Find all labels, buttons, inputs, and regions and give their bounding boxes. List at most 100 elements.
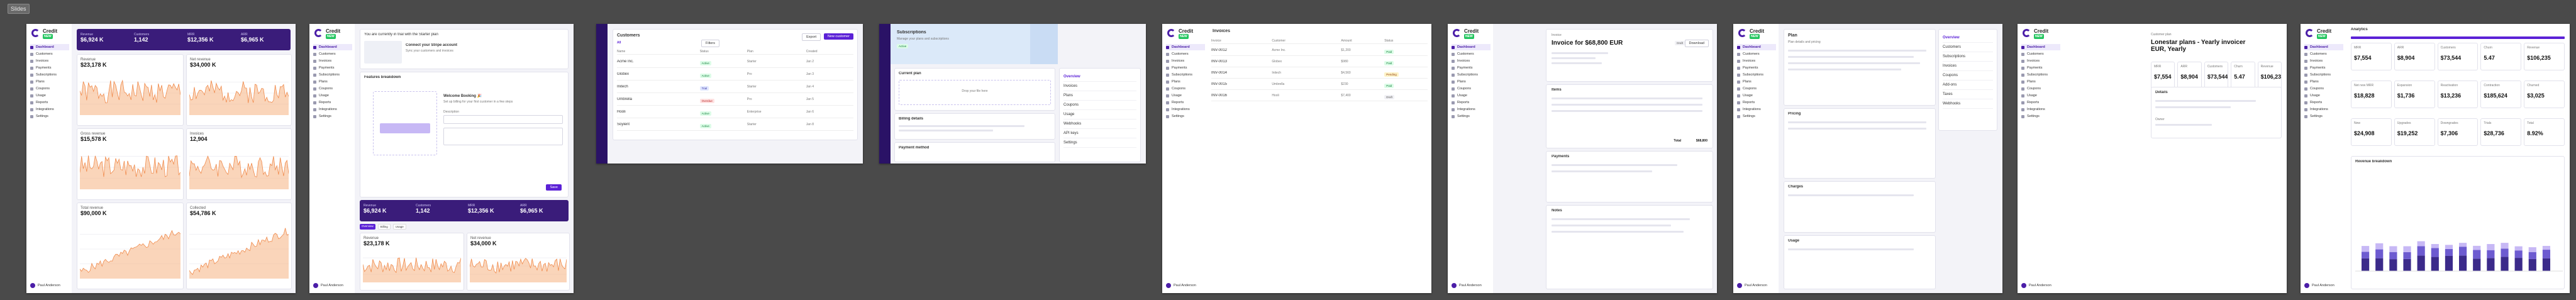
sidebar-item[interactable]: Settings xyxy=(2021,113,2060,119)
sidebar-item[interactable]: Subscriptions xyxy=(1166,72,1205,78)
sidebar-item[interactable]: Reports xyxy=(2304,99,2343,106)
sidebar-item[interactable]: Invoices xyxy=(2021,58,2060,64)
notes-textarea[interactable] xyxy=(443,128,563,145)
sidebar-item[interactable]: Invoices xyxy=(2304,58,2343,64)
sidebar-item[interactable]: Dashboard xyxy=(30,44,69,50)
sidebar-item[interactable]: Dashboard xyxy=(313,44,352,50)
sidebar-item[interactable]: Customers xyxy=(30,51,69,57)
sidebar-item[interactable]: Dashboard xyxy=(1452,44,1491,50)
side-menu-item[interactable]: Coupons xyxy=(1063,101,1136,110)
sidebar-item[interactable]: Dashboard xyxy=(2304,44,2343,50)
sidebar-item[interactable]: Plans xyxy=(2304,79,2343,85)
filter-button[interactable]: Filters xyxy=(701,40,719,47)
sidebar-item[interactable]: Usage xyxy=(1452,92,1491,99)
sidebar-item[interactable]: Invoices xyxy=(1737,58,1776,64)
user-menu[interactable]: Paul Anderson xyxy=(1166,283,1196,288)
sidebar-item[interactable]: Payments xyxy=(2304,65,2343,71)
upload-dropzone[interactable] xyxy=(373,91,437,155)
sidebar-item[interactable]: Customers xyxy=(2021,51,2060,57)
sidebar-item[interactable]: Customers xyxy=(313,51,352,57)
sidebar-item[interactable]: Invoices xyxy=(1452,58,1491,64)
table-row[interactable]: INV-0016 Hooli $7,400 Draft xyxy=(1211,91,1428,101)
table-row[interactable]: INV-0013 Globex $980 Paid xyxy=(1211,57,1428,67)
sidebar-item[interactable]: Integrations xyxy=(1452,106,1491,113)
side-menu-item[interactable]: Webhooks xyxy=(1063,119,1136,129)
side-menu-item[interactable]: Webhooks xyxy=(1943,99,1993,109)
sidebar-item[interactable]: Usage xyxy=(313,92,352,99)
sidebar-item[interactable]: Subscriptions xyxy=(1452,72,1491,78)
sidebar-item[interactable]: Coupons xyxy=(1166,86,1205,92)
side-menu-item[interactable]: Overview xyxy=(1063,72,1136,82)
sidebar-item[interactable]: Payments xyxy=(1166,65,1205,71)
tab-billing[interactable]: Billing xyxy=(377,224,391,230)
sidebar-item[interactable]: Settings xyxy=(1166,113,1205,119)
sidebar-item[interactable]: Coupons xyxy=(2021,86,2060,92)
sidebar-item[interactable]: Plans xyxy=(2021,79,2060,85)
tab-all[interactable]: All xyxy=(617,41,621,45)
table-row[interactable]: Initech Trial Starter Jan 4 xyxy=(617,81,853,93)
sidebar-item[interactable]: Integrations xyxy=(2304,106,2343,113)
sidebar-item[interactable]: Plans xyxy=(30,79,69,85)
user-menu[interactable]: Paul Anderson xyxy=(2021,283,2051,288)
sidebar-item[interactable]: Coupons xyxy=(30,86,69,92)
sidebar-item[interactable]: Usage xyxy=(2021,92,2060,99)
side-menu-item[interactable]: API keys xyxy=(1063,129,1136,138)
sidebar-item[interactable]: Payments xyxy=(1737,65,1776,71)
table-row[interactable]: INV-0015 Umbrella $230 Paid xyxy=(1211,79,1428,90)
user-menu[interactable]: Paul Anderson xyxy=(30,283,60,288)
tab-usage[interactable]: Usage xyxy=(392,224,406,230)
sidebar-item[interactable]: Usage xyxy=(1166,92,1205,99)
sidebar-item[interactable]: Coupons xyxy=(1737,86,1776,92)
export-button[interactable]: Export xyxy=(802,33,821,41)
download-button[interactable]: Download xyxy=(1684,40,1709,47)
user-menu[interactable]: Paul Anderson xyxy=(313,283,343,288)
sidebar-item[interactable]: Reports xyxy=(1452,99,1491,106)
new-customer-button[interactable]: New customer xyxy=(823,33,853,40)
side-menu-item[interactable]: Overview xyxy=(1943,33,1993,43)
sidebar-item[interactable]: Settings xyxy=(30,113,69,119)
side-menu-item[interactable]: Usage xyxy=(1063,110,1136,119)
side-menu-item[interactable]: Invoices xyxy=(1943,62,1993,71)
sidebar-item[interactable]: Subscriptions xyxy=(30,72,69,78)
sidebar-item[interactable]: Subscriptions xyxy=(1737,72,1776,78)
sidebar-item[interactable]: Integrations xyxy=(1166,106,1205,113)
user-menu[interactable]: Paul Anderson xyxy=(2304,283,2334,288)
sidebar-item[interactable]: Subscriptions xyxy=(2304,72,2343,78)
sidebar-item[interactable]: Reports xyxy=(313,99,352,106)
sidebar-item[interactable]: Customers xyxy=(1166,51,1205,57)
sidebar-item[interactable]: Reports xyxy=(2021,99,2060,106)
side-menu-item[interactable]: Add-ons xyxy=(1943,81,1993,90)
table-row[interactable]: INV-0014 Initech $4,560 Pending xyxy=(1211,68,1428,79)
table-row[interactable]: Acme Inc. Active Starter Jan 2 xyxy=(617,56,853,68)
sidebar-item[interactable]: Dashboard xyxy=(2021,44,2060,50)
sidebar-item[interactable]: Reports xyxy=(30,99,69,106)
sidebar-item[interactable]: Payments xyxy=(1452,65,1491,71)
sidebar-item[interactable]: Dashboard xyxy=(1166,44,1205,50)
sidebar-item[interactable]: Payments xyxy=(30,65,69,71)
side-menu-item[interactable]: Customers xyxy=(1943,43,1993,52)
upload-dropzone[interactable]: Drop your file here xyxy=(899,80,1051,105)
side-menu-item[interactable]: Plans xyxy=(1063,91,1136,101)
sidebar-item[interactable]: Invoices xyxy=(1166,58,1205,64)
table-row[interactable]: Soylent Active Starter Jan 8 xyxy=(617,119,853,131)
table-row[interactable]: Hooli Active Enterprise Jan 6 xyxy=(617,106,853,118)
sidebar-item[interactable]: Settings xyxy=(1452,113,1491,119)
sidebar-item[interactable]: Reports xyxy=(1166,99,1205,106)
tab-overview[interactable]: Overview xyxy=(360,224,375,230)
sidebar-item[interactable]: Payments xyxy=(2021,65,2060,71)
sidebar-item[interactable]: Invoices xyxy=(313,58,352,64)
sidebar-item[interactable]: Customers xyxy=(1737,51,1776,57)
sidebar-item[interactable]: Coupons xyxy=(313,86,352,92)
sidebar-item[interactable]: Usage xyxy=(2304,92,2343,99)
sidebar-item[interactable]: Subscriptions xyxy=(313,72,352,78)
sidebar-item[interactable]: Customers xyxy=(2304,51,2343,57)
sidebar-item[interactable]: Integrations xyxy=(313,106,352,113)
side-menu-item[interactable]: Taxes xyxy=(1943,90,1993,99)
sidebar-item[interactable]: Plans xyxy=(1166,79,1205,85)
sidebar-item[interactable]: Plans xyxy=(313,79,352,85)
sidebar-item[interactable]: Settings xyxy=(1737,113,1776,119)
sidebar-item[interactable]: Settings xyxy=(313,113,352,119)
side-menu-item[interactable]: Settings xyxy=(1063,138,1136,148)
user-menu[interactable]: Paul Anderson xyxy=(1452,283,1482,288)
sidebar-item[interactable]: Usage xyxy=(1737,92,1776,99)
